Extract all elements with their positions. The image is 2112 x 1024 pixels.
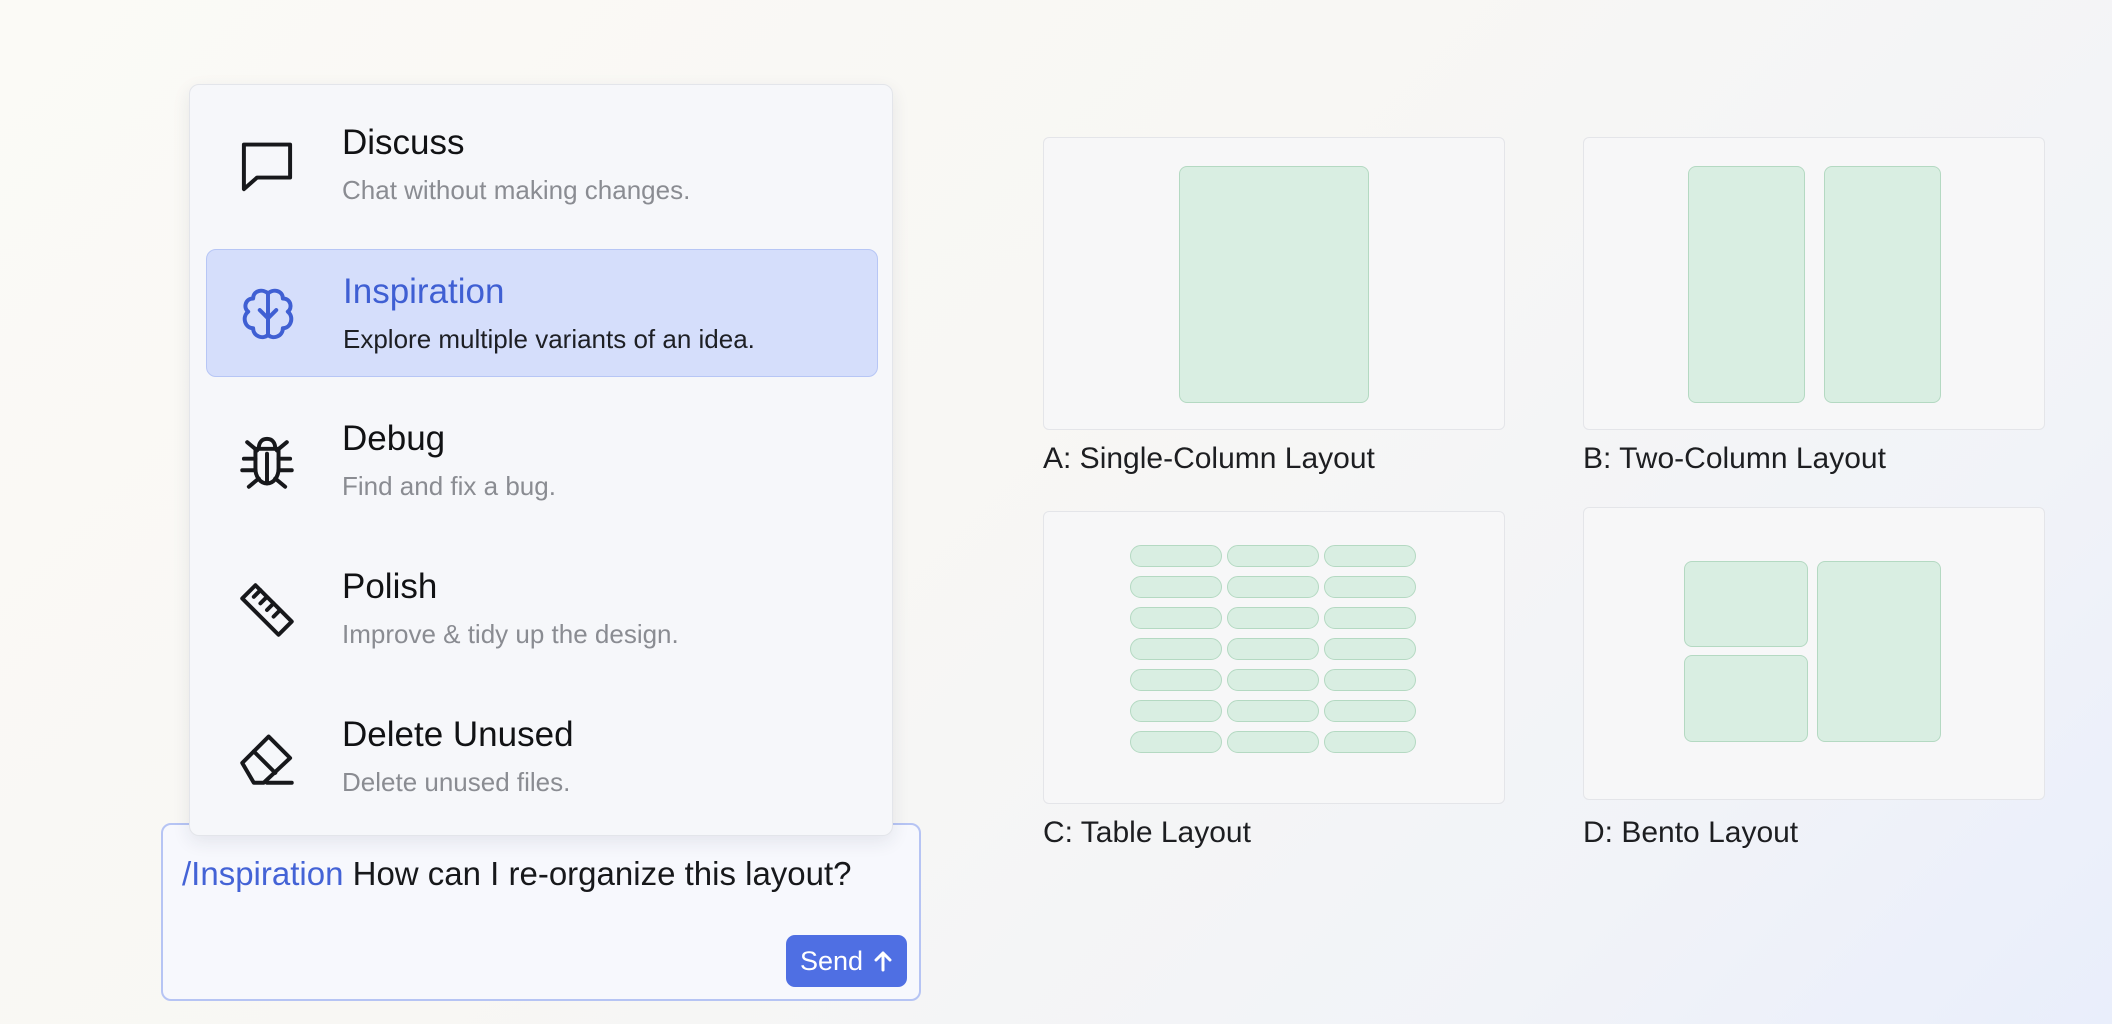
table-cell bbox=[1130, 545, 1222, 567]
layout-block bbox=[1824, 166, 1941, 403]
menu-item-description: Explore multiple variants of an idea. bbox=[343, 324, 755, 354]
layout-block bbox=[1688, 166, 1805, 403]
eraser-icon bbox=[232, 723, 302, 793]
slash-command: /Inspiration bbox=[182, 855, 344, 892]
layout-block bbox=[1684, 561, 1808, 647]
table-cell bbox=[1227, 731, 1319, 753]
chat-bubble-icon bbox=[232, 131, 302, 201]
table-cell bbox=[1130, 700, 1222, 722]
send-button[interactable]: Send bbox=[786, 935, 907, 987]
layout-block bbox=[1817, 561, 1941, 742]
table-cell bbox=[1227, 700, 1319, 722]
table-cell bbox=[1227, 607, 1319, 629]
table-cell bbox=[1227, 638, 1319, 660]
arrow-up-icon bbox=[874, 951, 892, 972]
table-cell bbox=[1227, 545, 1319, 567]
bug-icon bbox=[232, 427, 302, 497]
menu-item-description: Find and fix a bug. bbox=[342, 471, 556, 501]
menu-item-inspiration[interactable]: Inspiration Explore multiple variants of… bbox=[206, 249, 878, 377]
menu-item-description: Chat without making changes. bbox=[342, 175, 691, 205]
menu-item-title: Debug bbox=[342, 419, 446, 458]
table-cell bbox=[1130, 638, 1222, 660]
brain-icon bbox=[233, 280, 303, 350]
table-cell bbox=[1130, 576, 1222, 598]
chat-input[interactable]: /Inspiration How can I re-organize this … bbox=[161, 823, 921, 1001]
table-cell bbox=[1324, 638, 1416, 660]
table-cell bbox=[1324, 576, 1416, 598]
table-cell bbox=[1324, 731, 1416, 753]
table-cell bbox=[1227, 576, 1319, 598]
table-cell bbox=[1130, 669, 1222, 691]
layout-label-b: B: Two-Column Layout bbox=[1583, 442, 1886, 475]
layout-block bbox=[1179, 166, 1369, 403]
table-cell bbox=[1324, 700, 1416, 722]
layout-label-c: C: Table Layout bbox=[1043, 816, 1251, 849]
layout-card-table[interactable] bbox=[1043, 511, 1505, 804]
layout-label-d: D: Bento Layout bbox=[1583, 816, 1799, 849]
menu-item-discuss[interactable]: Discuss Chat without making changes. bbox=[206, 101, 878, 229]
menu-item-description: Improve & tidy up the design. bbox=[342, 619, 679, 649]
layout-card-single-column[interactable] bbox=[1043, 137, 1505, 430]
menu-item-polish[interactable]: Polish Improve & tidy up the design. bbox=[206, 545, 878, 673]
menu-item-title: Polish bbox=[342, 567, 438, 606]
menu-item-title: Discuss bbox=[342, 123, 465, 162]
layout-block bbox=[1684, 655, 1808, 742]
layout-card-two-column[interactable] bbox=[1583, 137, 2045, 430]
menu-item-description: Delete unused files. bbox=[342, 767, 571, 797]
table-cell bbox=[1227, 669, 1319, 691]
table-cell bbox=[1324, 669, 1416, 691]
table-cell bbox=[1324, 545, 1416, 567]
menu-item-title: Inspiration bbox=[343, 272, 505, 311]
layout-label-a: A: Single-Column Layout bbox=[1043, 442, 1375, 475]
table-cell bbox=[1324, 607, 1416, 629]
table-cell bbox=[1130, 731, 1222, 753]
ruler-icon bbox=[232, 575, 302, 645]
send-button-label: Send bbox=[799, 945, 864, 976]
menu-item-title: Delete Unused bbox=[342, 715, 574, 754]
menu-item-delete-unused[interactable]: Delete Unused Delete unused files. bbox=[206, 693, 878, 821]
table-cell bbox=[1130, 607, 1222, 629]
layout-card-bento[interactable] bbox=[1583, 507, 2045, 800]
chat-input-text[interactable]: /Inspiration How can I re-organize this … bbox=[182, 855, 852, 893]
menu-item-debug[interactable]: Debug Find and fix a bug. bbox=[206, 397, 878, 525]
chat-message: How can I re-organize this layout? bbox=[343, 855, 852, 892]
command-menu: Discuss Chat without making changes. Ins… bbox=[189, 84, 893, 836]
